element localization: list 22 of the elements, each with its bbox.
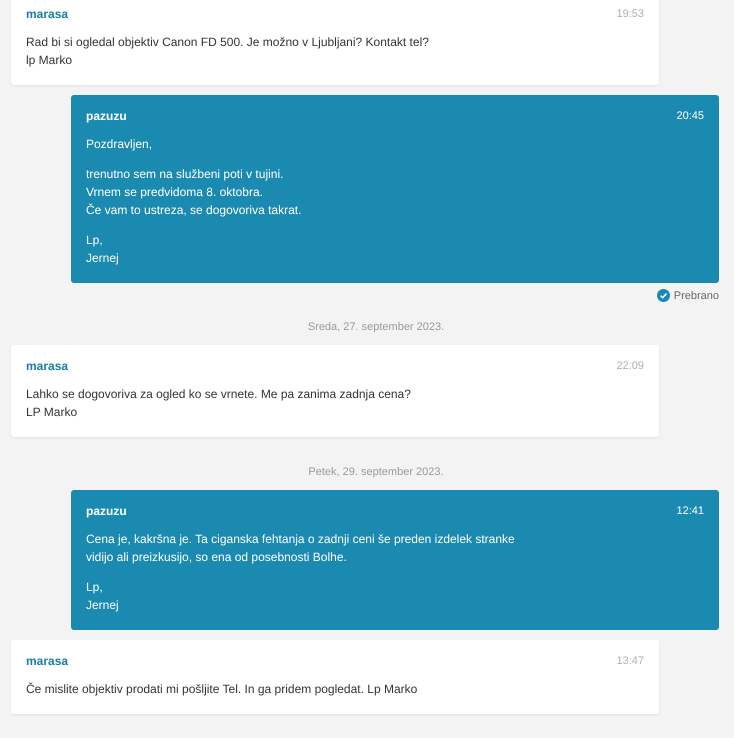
read-status: Prebrano (674, 290, 719, 302)
message-time: 19:53 (616, 8, 644, 20)
message-text: Rad bi si ogledal objektiv Canon FD 500. Je možno v Ljubljani? Kontakt tel? lp Marko (26, 34, 430, 69)
message-text: Pozdravljen, (86, 136, 154, 153)
message-time: 20:45 (676, 110, 704, 122)
message-text: Lp, Jernej (86, 232, 120, 267)
message-time: 13:47 (616, 655, 644, 667)
message-text: Če mislite objektiv prodati mi pošljite Tel. In ga pridem pogledat. Lp Marko (26, 681, 418, 698)
date-separator: Sreda, 27. september 2023. (308, 321, 444, 333)
author-name: pazuzu (86, 109, 127, 123)
date-separator: Petek, 29. september 2023. (308, 466, 444, 478)
author-name: marasa (26, 7, 68, 21)
author-name: marasa (26, 654, 68, 668)
author-name: pazuzu (86, 504, 127, 518)
message-text: Lp, Jernej (86, 579, 120, 614)
author-name: marasa (26, 359, 68, 373)
message-time: 12:41 (676, 505, 704, 517)
check-circle-icon (656, 289, 670, 302)
message-text: trenutno sem na službeni poti v tujini. Vrnem se predvidoma 8. oktobra. Če vam to ustreza, se dogovoriva takrat. (86, 166, 302, 219)
message-time: 22:09 (616, 360, 644, 372)
message-text: Lahko se dogovoriva za ogled ko se vrnete. Me pa zanima zadnja cena? LP Marko (26, 386, 412, 421)
message-text: Cena je, kakršna je. Ta ciganska fehtanja o zadnji ceni še preden izdelek stranke vidijo ali preizkusijo, so ena od posebnosti Bolhe. (86, 531, 516, 566)
